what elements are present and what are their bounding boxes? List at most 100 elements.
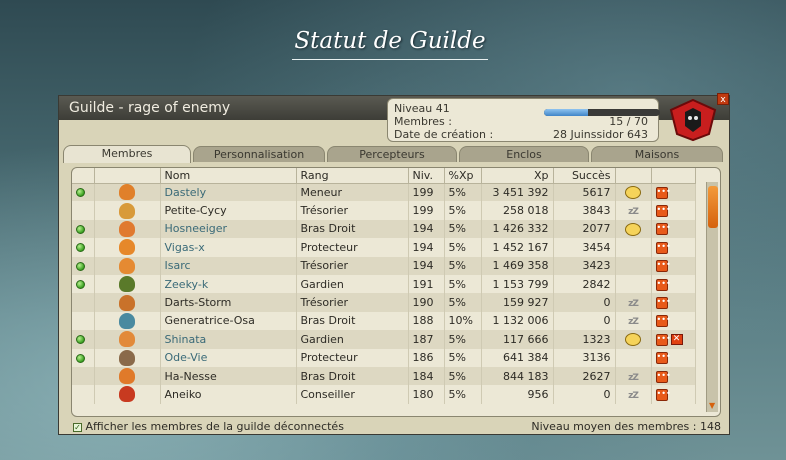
- member-name[interactable]: Ode-Vie: [160, 348, 297, 367]
- table-row[interactable]: Generatrice-Osa Bras Droit 188 10% 1 132 006…: [72, 311, 696, 331]
- table-row[interactable]: Ode-Vie Protecteur 186 5% 641 384 3136 •••: [72, 348, 696, 367]
- member-rank: Protecteur: [296, 348, 409, 367]
- member-xp: 159 927: [481, 293, 554, 312]
- member-level: 187: [408, 330, 445, 349]
- table-row[interactable]: Zeeky-k Gardien 191 5% 1 153 799 2842 •••: [72, 274, 696, 294]
- member-rank: Gardien: [296, 274, 409, 294]
- member-name[interactable]: Hosneeiger: [160, 219, 297, 239]
- col-nom[interactable]: Nom: [160, 168, 297, 184]
- col-status: [72, 168, 95, 184]
- col-status-icon: [615, 168, 652, 184]
- member-rank: Gardien: [296, 330, 409, 349]
- scroll-thumb[interactable]: [708, 186, 718, 228]
- members-scrollbar[interactable]: ▼: [706, 182, 718, 412]
- avatar-cell: [94, 201, 161, 220]
- member-level: 186: [408, 348, 445, 367]
- col-niv[interactable]: Niv.: [408, 168, 445, 184]
- member-menu-button[interactable]: •••: [655, 297, 671, 310]
- title-underline: [292, 59, 488, 60]
- show-offline-checkbox[interactable]: ✓: [73, 422, 82, 432]
- member-xp-pct: 5%: [444, 330, 482, 349]
- table-row[interactable]: Isarc Trésorier 194 5% 1 469 358 3423 •••: [72, 256, 696, 275]
- avatar: [119, 368, 135, 385]
- member-menu-button[interactable]: •••: [655, 333, 671, 346]
- actions-cell: •••: [651, 293, 696, 312]
- avatar: [119, 294, 135, 311]
- table-row[interactable]: Aneiko Conseiller 180 5% 956 0 zZ •••: [72, 385, 696, 404]
- member-name[interactable]: Vigas-x: [160, 238, 297, 257]
- tab-bar: Membres Personnalisation Percepteurs Enc…: [63, 145, 727, 164]
- member-level: 180: [408, 385, 445, 404]
- member-name[interactable]: Petite-Cycy: [160, 201, 297, 220]
- status-icon-cell: [615, 256, 652, 275]
- member-name[interactable]: Aneiko: [160, 385, 297, 404]
- member-name[interactable]: Isarc: [160, 256, 297, 275]
- member-level: 194: [408, 219, 445, 239]
- avatar-cell: [94, 348, 161, 367]
- member-name[interactable]: Shinata: [160, 330, 297, 349]
- tab-percepteurs[interactable]: Percepteurs: [327, 146, 457, 162]
- member-name[interactable]: Zeeky-k: [160, 274, 297, 294]
- member-name[interactable]: Ha-Nesse: [160, 366, 297, 386]
- member-xp-pct: 5%: [444, 274, 482, 294]
- member-menu-button[interactable]: •••: [655, 223, 671, 236]
- member-name[interactable]: Generatrice-Osa: [160, 311, 297, 331]
- emote-icon: [625, 333, 641, 347]
- member-menu-button[interactable]: •••: [655, 241, 671, 254]
- avatar-cell: [94, 385, 161, 404]
- table-row[interactable]: Petite-Cycy Trésorier 199 5% 258 018 3843 zZ ••…: [72, 201, 696, 220]
- actions-cell: •••: [651, 274, 696, 294]
- member-name[interactable]: Dastely: [160, 183, 297, 202]
- col-rang[interactable]: Rang: [296, 168, 409, 184]
- member-menu-button[interactable]: •••: [655, 370, 671, 383]
- table-row[interactable]: Hosneeiger Bras Droit 194 5% 1 426 332 2077 ••…: [72, 219, 696, 239]
- close-button[interactable]: x: [717, 93, 729, 105]
- col-xp[interactable]: Xp: [481, 168, 554, 184]
- member-menu-button[interactable]: •••: [655, 205, 671, 218]
- status-icon-cell: [615, 348, 652, 367]
- guild-emblem-icon: [669, 98, 717, 142]
- tab-maisons[interactable]: Maisons: [591, 146, 723, 162]
- show-offline-label: Afficher les membres de la guilde déconn…: [85, 420, 344, 433]
- member-xp-pct: 5%: [444, 219, 482, 239]
- member-menu-button[interactable]: •••: [655, 186, 671, 199]
- member-menu-button[interactable]: •••: [655, 315, 671, 328]
- sleep-icon: zZ: [628, 390, 639, 401]
- tab-personnalisation[interactable]: Personnalisation: [193, 146, 325, 162]
- actions-cell: •••: [651, 183, 696, 202]
- kick-member-button[interactable]: ✕: [670, 334, 683, 346]
- member-menu-button[interactable]: •••: [655, 278, 671, 291]
- status-icon-cell: [615, 183, 652, 202]
- table-row[interactable]: Darts-Storm Trésorier 190 5% 159 927 0 zZ •••: [72, 293, 696, 312]
- member-rank: Bras Droit: [296, 366, 409, 386]
- member-xp: 641 384: [481, 348, 554, 367]
- member-rank: Trésorier: [296, 256, 409, 275]
- avatar: [119, 312, 135, 329]
- online-dot-icon: [76, 353, 85, 363]
- member-menu-button[interactable]: •••: [655, 388, 671, 401]
- show-offline-option[interactable]: ✓ Afficher les membres de la guilde déco…: [73, 420, 344, 433]
- table-row[interactable]: Shinata Gardien 187 5% 117 666 1323 ••• ✕: [72, 330, 696, 349]
- member-xp: 1 452 167: [481, 238, 554, 257]
- guild-info-panel: Niveau 41 Membres : 15 / 70 Date de créa…: [387, 98, 660, 142]
- tab-enclos[interactable]: Enclos: [459, 146, 589, 162]
- status-icon-cell: [615, 274, 652, 294]
- table-row[interactable]: Dastely Meneur 199 5% 3 451 392 5617 •••: [72, 183, 696, 202]
- avatar-cell: [94, 330, 161, 349]
- table-row[interactable]: Vigas-x Protecteur 194 5% 1 452 167 3454 •••: [72, 238, 696, 257]
- col-xp-pct[interactable]: %Xp: [444, 168, 482, 184]
- member-menu-button[interactable]: •••: [655, 260, 671, 273]
- member-name[interactable]: Darts-Storm: [160, 293, 297, 312]
- member-rank: Trésorier: [296, 293, 409, 312]
- scroll-down-arrow-icon[interactable]: ▼: [709, 401, 715, 410]
- member-xp: 1 469 358: [481, 256, 554, 275]
- member-level: 194: [408, 256, 445, 275]
- col-succes[interactable]: Succès: [553, 168, 616, 184]
- tab-membres[interactable]: Membres: [63, 145, 191, 163]
- member-success: 0: [553, 311, 616, 331]
- member-menu-button[interactable]: •••: [655, 352, 671, 365]
- table-row[interactable]: Ha-Nesse Bras Droit 184 5% 844 183 2627 zZ •••: [72, 366, 696, 386]
- avatar-cell: [94, 293, 161, 312]
- sleep-icon: zZ: [628, 207, 639, 218]
- member-xp-pct: 5%: [444, 293, 482, 312]
